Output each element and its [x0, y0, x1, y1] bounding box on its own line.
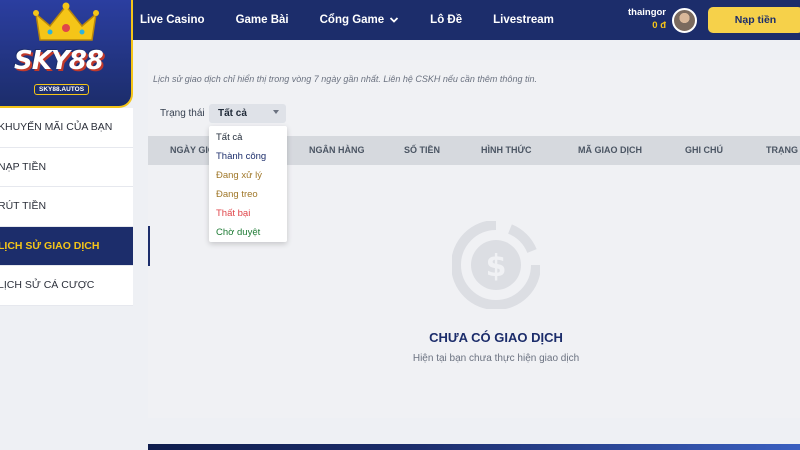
chevron-down-icon	[390, 17, 399, 23]
column-header-bank: NGÂN HÀNG	[309, 145, 365, 155]
nav-label: Lô Đề	[430, 14, 463, 26]
sidebar-item-label: NẠP TIỀN	[0, 160, 47, 173]
main-nav: Live Casino Game Bài Cổng Game Lô Đề Liv…	[140, 0, 585, 40]
active-indicator	[148, 226, 150, 266]
column-header-note: GHI CHÚ	[685, 145, 723, 155]
option-failed[interactable]: Thất bại	[216, 208, 250, 219]
nav-lo-de[interactable]: Lô Đề	[430, 14, 462, 26]
option-processing[interactable]: Đang xử lý	[216, 170, 262, 181]
logo-subtext: SKY88.AUTOS	[34, 84, 90, 95]
column-header-status: TRẠNG THÁI	[766, 145, 800, 155]
status-filter-dropdown: Tất cả Thành công Đang xử lý Đang treo T…	[209, 126, 287, 242]
column-header-transaction-id: MÃ GIAO DỊCH	[578, 145, 642, 155]
logo-text: SKY88	[14, 46, 104, 76]
site-logo[interactable]: SKY88 SKY88.AUTOS	[0, 0, 133, 108]
option-pending[interactable]: Đang treo	[216, 189, 258, 200]
option-success[interactable]: Thành công	[216, 151, 266, 162]
empty-state-subtitle: Hiện tại bạn chưa thực hiện giao dịch	[412, 353, 580, 364]
status-filter-label: Trạng thái	[160, 108, 205, 119]
sidebar-item-promotions[interactable]: KHUYẾN MÃI CỦA BẠN	[0, 108, 133, 148]
column-header-amount: SỐ TIỀN	[404, 145, 441, 155]
status-filter-value: Tất cả	[218, 108, 247, 119]
sidebar-item-label: LỊCH SỬ GIAO DỊCH	[0, 239, 100, 252]
sidebar-item-bet-history[interactable]: LỊCH SỬ CÁ CƯỢC	[0, 266, 133, 306]
deposit-button[interactable]: Nạp tiền	[708, 7, 800, 33]
option-all[interactable]: Tất cả	[216, 132, 242, 143]
user-info[interactable]: thaingor 0 đ	[620, 7, 666, 31]
nav-label: Cổng Game	[319, 14, 385, 26]
sidebar-item-label: LỊCH SỬ CÁ CƯỢC	[0, 279, 95, 292]
column-header-method: HÌNH THỨC	[481, 145, 532, 155]
nav-cong-game[interactable]: Cổng Game	[320, 14, 400, 26]
sidebar-item-withdraw[interactable]: RÚT TIỀN	[0, 187, 133, 227]
nav-label: Game Bài	[235, 14, 289, 26]
caret-down-icon	[273, 110, 279, 114]
option-awaiting-approval[interactable]: Chờ duyệt	[216, 227, 260, 238]
nav-live-casino[interactable]: Live Casino	[140, 14, 205, 26]
status-filter-select[interactable]: Tất cả	[209, 104, 286, 123]
dollar-circle-icon: $	[452, 221, 540, 309]
footer-banner	[148, 444, 800, 450]
sidebar-item-label: RÚT TIỀN	[0, 200, 47, 213]
username: thaingor	[628, 7, 666, 18]
user-balance: 0 đ	[652, 20, 666, 31]
nav-livestream[interactable]: Livestream	[493, 14, 554, 26]
empty-state-title: CHƯA CÓ GIAO DỊCH	[429, 330, 563, 345]
avatar[interactable]	[672, 8, 697, 33]
sidebar-item-transaction-history[interactable]: LỊCH SỬ GIAO DỊCH	[0, 226, 133, 266]
nav-label: Livestream	[493, 14, 554, 26]
nav-game-bai[interactable]: Game Bài	[236, 14, 289, 26]
sidebar-item-deposit[interactable]: NẠP TIỀN	[0, 147, 133, 187]
account-sidebar: KHUYẾN MÃI CỦA BẠN NẠP TIỀN RÚT TIỀN LỊC…	[0, 108, 133, 306]
svg-text:$: $	[486, 249, 507, 284]
history-note: Lịch sử giao dịch chỉ hiển thị trong vòn…	[153, 74, 537, 84]
sidebar-item-label: KHUYẾN MÃI CỦA BẠN	[0, 121, 113, 134]
nav-label: Live Casino	[140, 14, 205, 26]
